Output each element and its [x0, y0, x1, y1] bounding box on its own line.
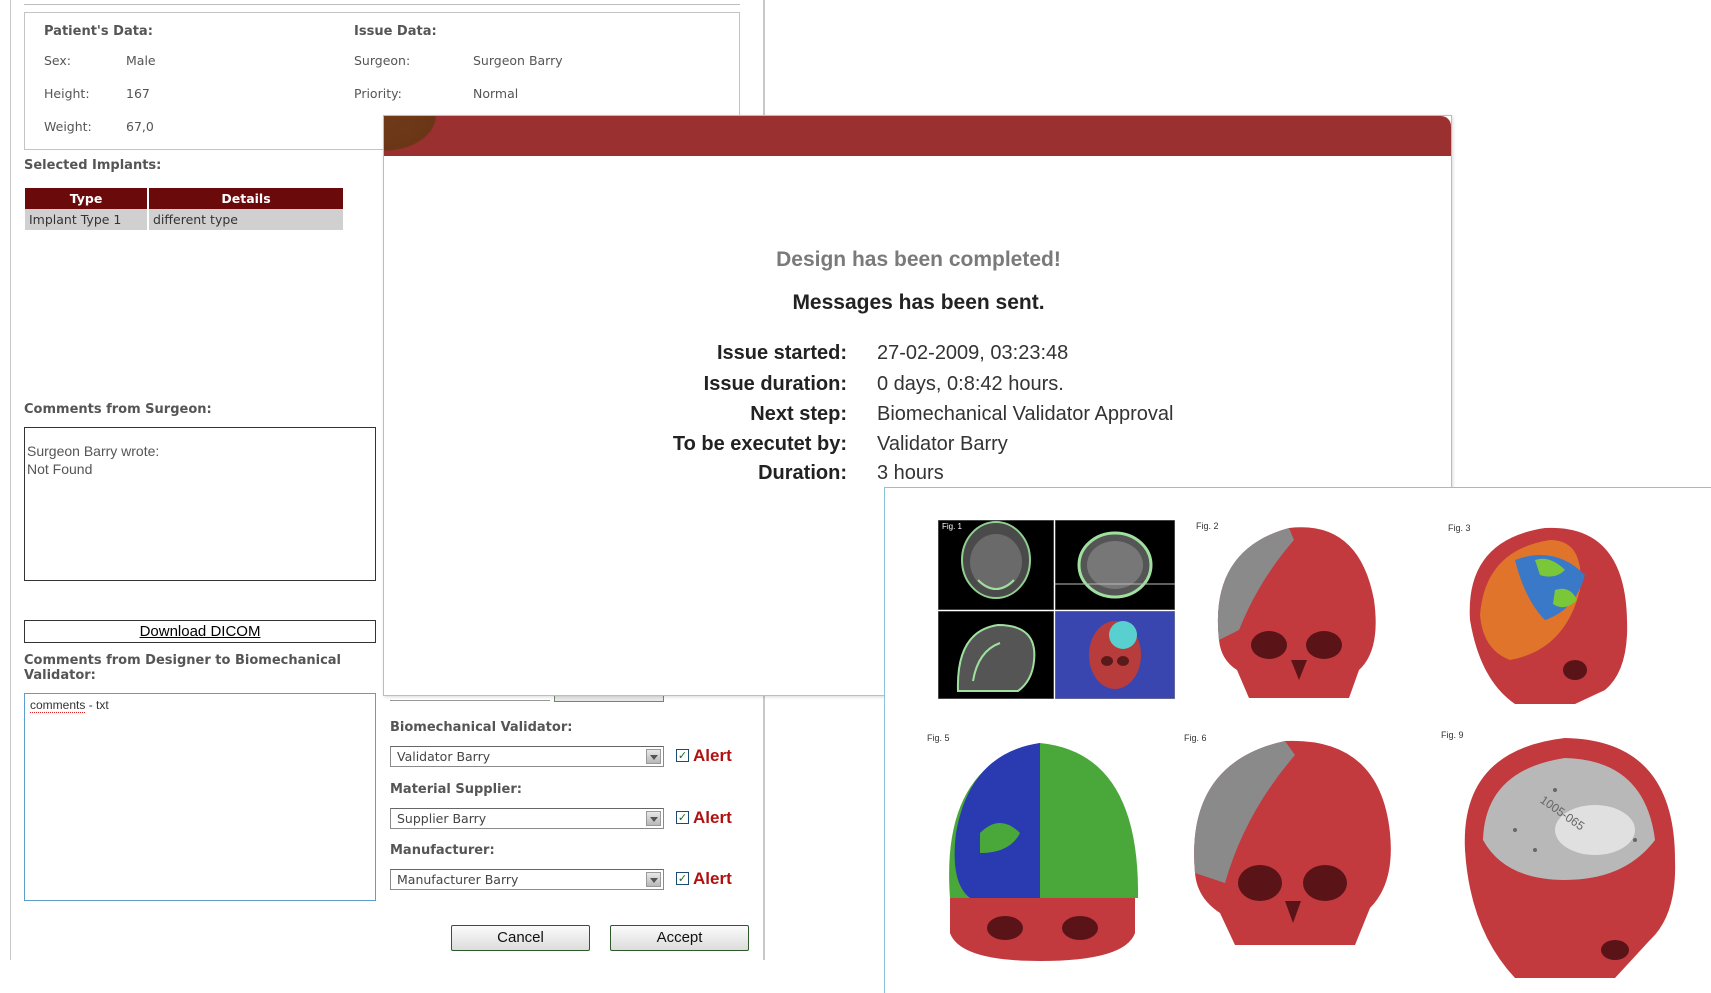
- column-header-details: Details: [148, 188, 345, 209]
- validator-alert-label: Alert: [693, 746, 732, 765]
- designer-comments-title: Comments from Designer to Biomechanical …: [24, 653, 342, 683]
- weight-label: Weight:: [44, 119, 92, 134]
- validator-select[interactable]: Validator Barry: [390, 746, 664, 767]
- ct-slice-sagittal: [937, 610, 1055, 700]
- manufacturer-label: Manufacturer:: [390, 843, 495, 858]
- table-row[interactable]: Implant Type 1 different type: [25, 209, 345, 230]
- ct-slice-axial: [1054, 519, 1176, 611]
- duration-value: 3 hours: [877, 462, 944, 484]
- cancel-button[interactable]: Cancel: [451, 925, 590, 951]
- skull-fig5: [949, 743, 1139, 961]
- supplier-alert-checkbox[interactable]: ✓: [676, 811, 689, 824]
- ct-slice-coronal: [937, 519, 1055, 611]
- chevron-down-icon[interactable]: [646, 872, 661, 887]
- manufacturer-select[interactable]: Manufacturer Barry: [390, 869, 664, 890]
- skull-fig3: [1469, 527, 1628, 704]
- surgeon-comments-box[interactable]: Surgeon Barry wrote: Not Found: [24, 427, 376, 581]
- header-corner-ornament: [384, 116, 444, 156]
- designer-comment-rest: - txt: [85, 698, 109, 712]
- supplier-alert-label: Alert: [693, 808, 732, 827]
- selected-implants-title: Selected Implants:: [24, 158, 162, 173]
- dialog-header-bar: [384, 116, 1451, 156]
- skull-fig6: [1194, 740, 1391, 945]
- issue-started-value: 27-02-2009, 03:23:48: [877, 342, 1069, 364]
- issue-data-title: Issue Data:: [354, 24, 437, 39]
- manufacturer-select-value: Manufacturer Barry: [397, 872, 519, 887]
- surgeon-comments-title: Comments from Surgeon:: [24, 402, 212, 417]
- skull-fig9: [1464, 738, 1676, 978]
- supplier-select[interactable]: Supplier Barry: [390, 808, 664, 829]
- next-step-value: Biomechanical Validator Approval: [877, 403, 1174, 425]
- chevron-down-icon[interactable]: [646, 749, 661, 764]
- manufacturer-alert-label: Alert: [693, 869, 732, 888]
- implants-table: Type Details Implant Type 1 different ty…: [25, 188, 345, 230]
- implant-type-cell: Implant Type 1: [25, 209, 149, 230]
- executed-by-label: To be executet by:: [672, 433, 847, 455]
- sex-label: Sex:: [44, 53, 72, 68]
- ct-view-bottom-right: [1054, 610, 1176, 700]
- sex-value: Male: [126, 53, 156, 68]
- manufacturer-alert-checkbox[interactable]: ✓: [676, 872, 689, 885]
- surgeon-value: Surgeon Barry: [473, 53, 563, 68]
- issue-duration-label: Issue duration:: [703, 373, 847, 395]
- surgeon-comment-line-1: Surgeon Barry wrote:: [27, 443, 160, 459]
- validator-label: Biomechanical Validator:: [390, 720, 573, 735]
- height-label: Height:: [44, 86, 90, 101]
- ct-view-top-right: [1054, 519, 1176, 611]
- executed-by-value: Validator Barry: [877, 433, 1008, 455]
- skull-figure-panel: Fig. 1 Fig. 2 Fig. 3 Fig. 5 Fig. 6 Fig. …: [884, 487, 1711, 993]
- patient-data-title: Patient's Data:: [44, 24, 153, 39]
- issue-duration-value: 0 days, 0:8:42 hours.: [877, 373, 1064, 395]
- validator-select-value: Validator Barry: [397, 749, 491, 764]
- implant-details-cell: different type: [148, 209, 345, 230]
- messages-sent-message: Messages has been sent.: [792, 291, 1045, 314]
- height-value: 167: [126, 86, 150, 101]
- column-header-type: Type: [25, 188, 149, 209]
- surgeon-comment-line-2: Not Found: [27, 461, 93, 477]
- implants-header-row: Type Details: [25, 188, 345, 209]
- fig1-label: Fig. 1: [942, 522, 963, 531]
- top-divider: [24, 4, 740, 5]
- designer-comments-textarea[interactable]: comments - txt: [24, 693, 376, 901]
- designer-comment-word: comments: [30, 698, 86, 713]
- supplier-select-value: Supplier Barry: [397, 811, 487, 826]
- surgeon-label: Surgeon:: [354, 53, 411, 68]
- duration-label: Duration:: [758, 462, 847, 484]
- accept-button[interactable]: Accept: [610, 925, 749, 951]
- download-dicom-button[interactable]: Download DICOM: [24, 620, 376, 643]
- priority-label: Priority:: [354, 86, 402, 101]
- next-step-label: Next step:: [750, 403, 847, 425]
- weight-value: 67,0: [126, 119, 154, 134]
- validator-alert-checkbox[interactable]: ✓: [676, 749, 689, 762]
- priority-value: Normal: [473, 86, 519, 101]
- skull-fig2: [1217, 527, 1376, 698]
- supplier-label: Material Supplier:: [390, 782, 522, 797]
- ct-view-top-left: [937, 519, 1055, 611]
- ct-view-bottom-left: [937, 610, 1055, 700]
- issue-started-label: Issue started:: [716, 342, 847, 364]
- chevron-down-icon[interactable]: [646, 811, 661, 826]
- skull-3d-preview: [1054, 610, 1176, 700]
- design-completed-message: Design has been completed!: [776, 248, 1061, 271]
